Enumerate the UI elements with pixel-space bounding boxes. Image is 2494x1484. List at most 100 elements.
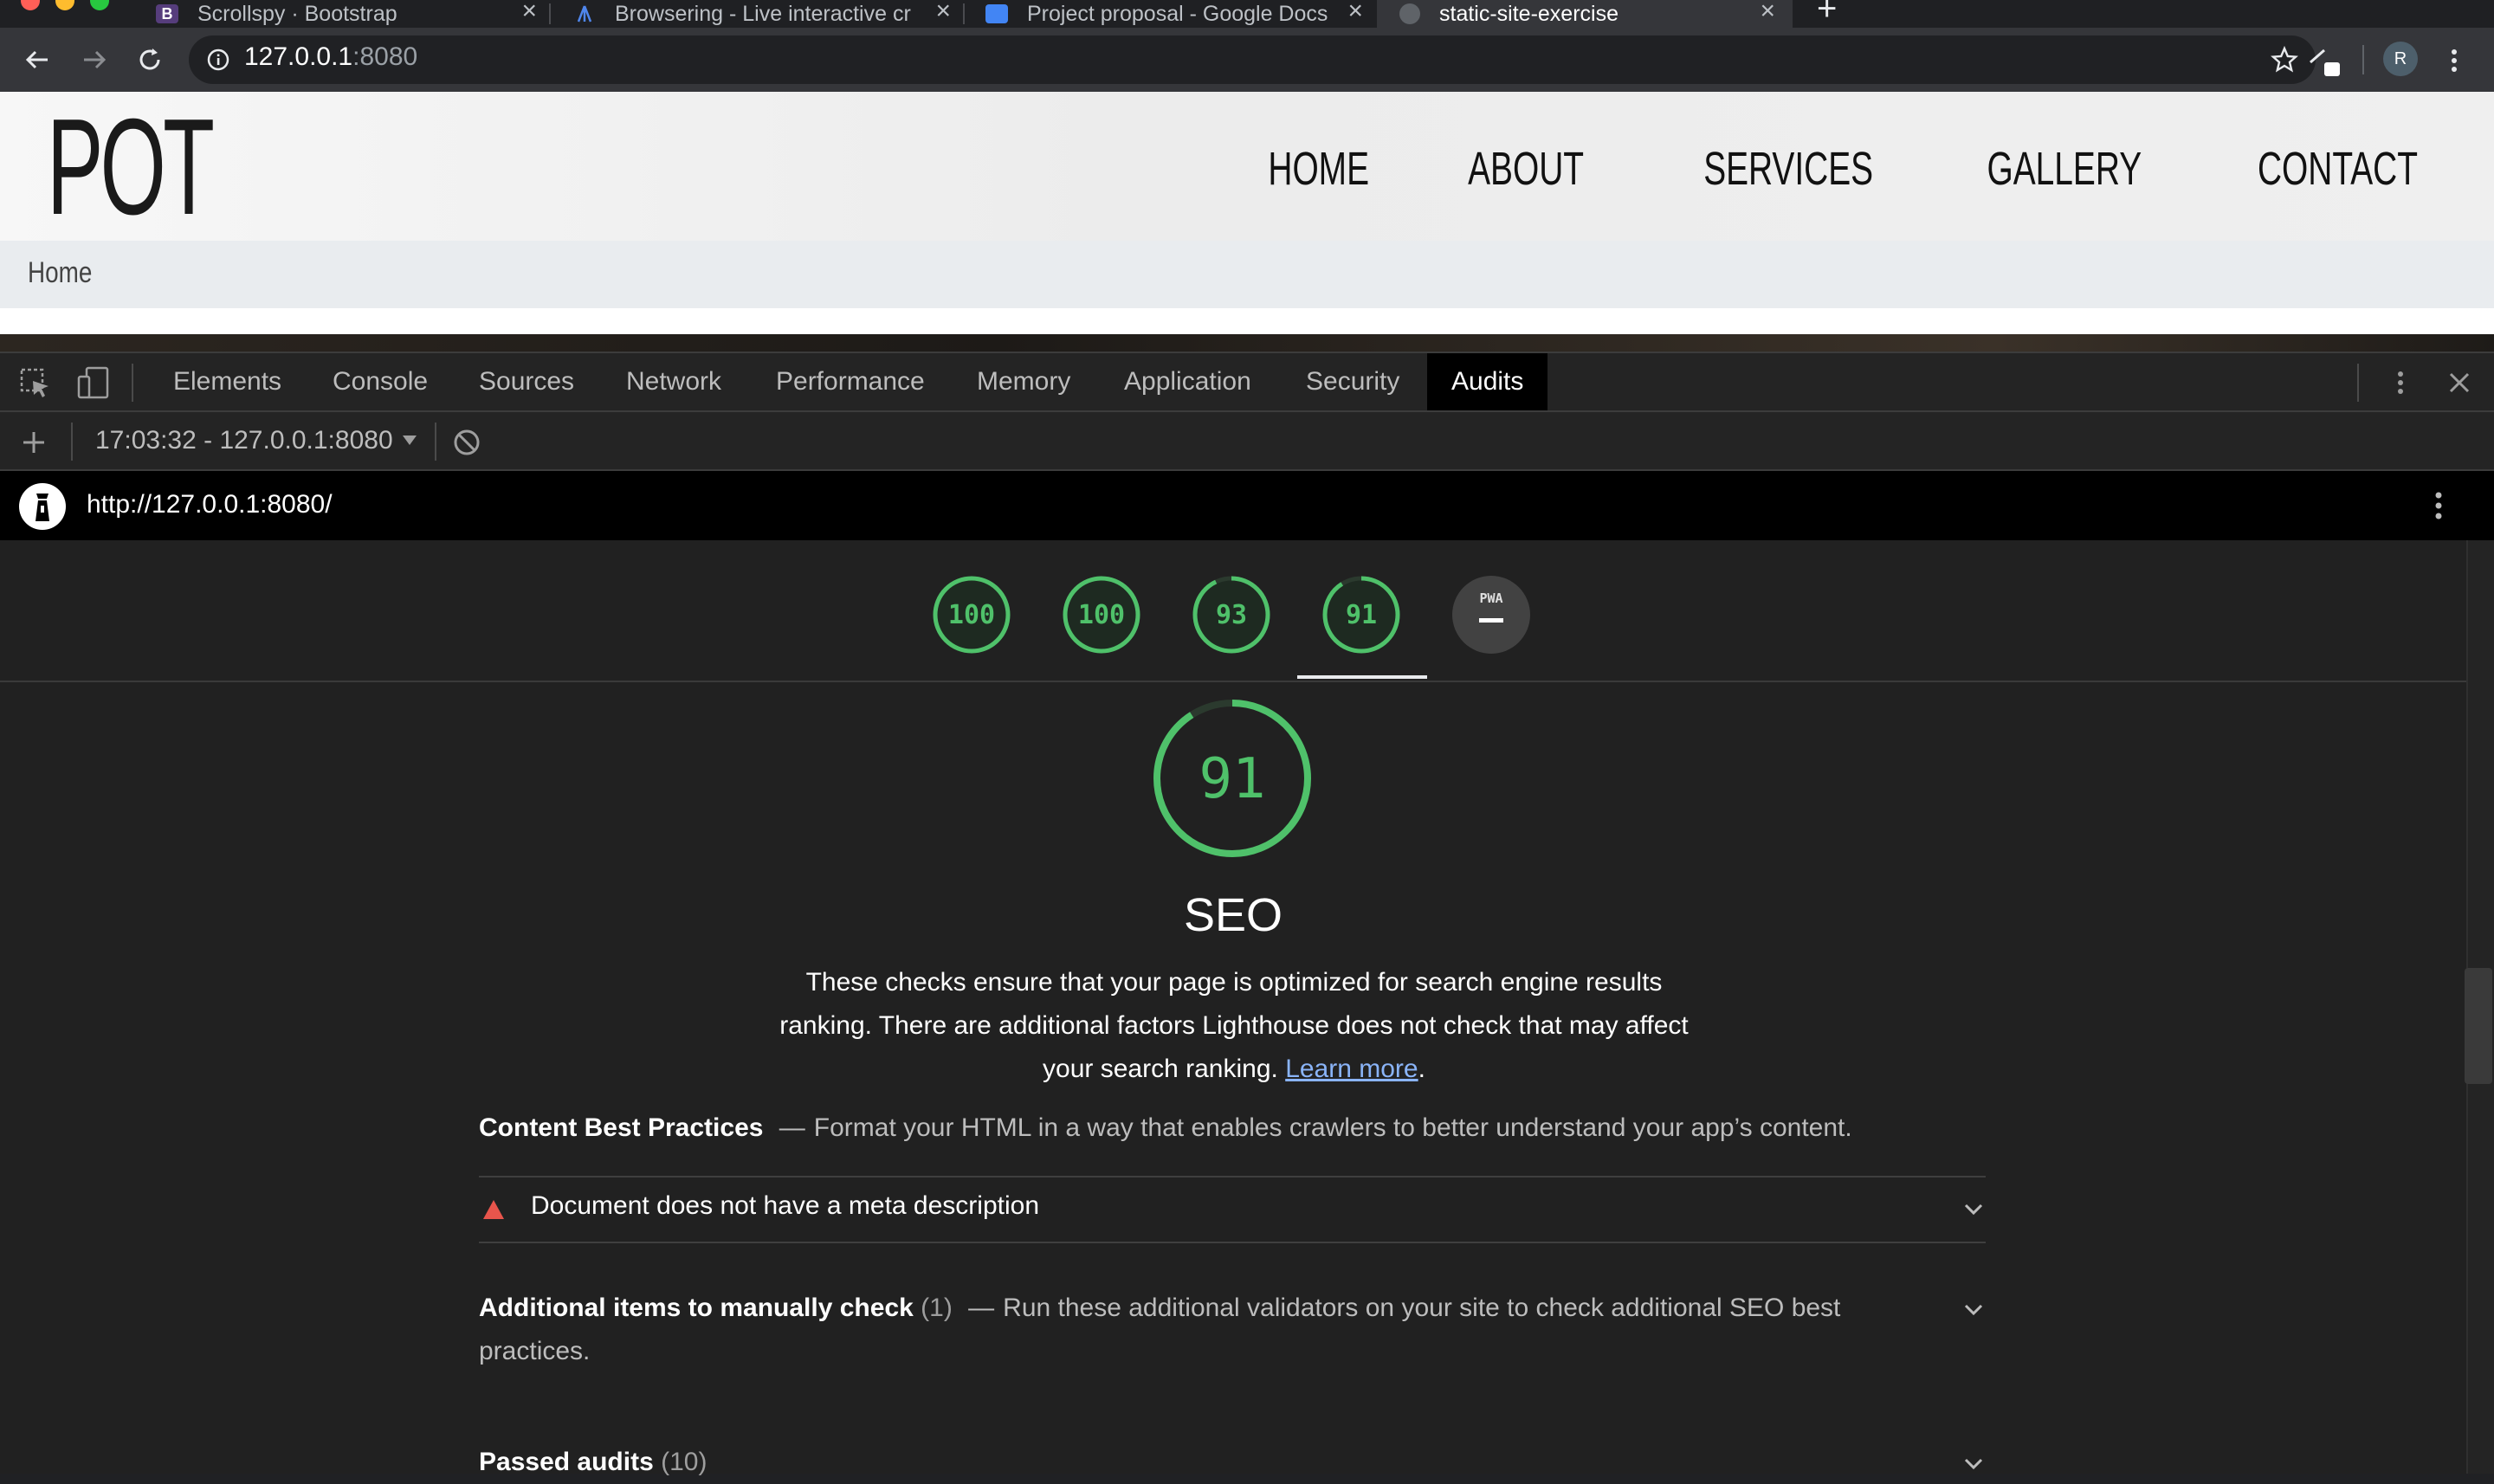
nav-link-home[interactable]: HOME bbox=[1268, 142, 1369, 196]
globe-favicon-icon bbox=[1399, 3, 1420, 24]
close-window-button[interactable] bbox=[21, 0, 40, 10]
site-nav: HOME ABOUT SERVICES GALLERY CONTACT bbox=[1175, 142, 2418, 196]
zoom-window-button[interactable] bbox=[90, 0, 109, 10]
profile-avatar[interactable]: R bbox=[2383, 42, 2418, 76]
plus-icon[interactable] bbox=[21, 429, 47, 455]
description-text: These checks ensure that your page is op… bbox=[779, 968, 1689, 1083]
nav-link-gallery[interactable]: GALLERY bbox=[1987, 142, 2142, 196]
close-devtools-icon[interactable] bbox=[2447, 371, 2471, 395]
browser-tab-2[interactable]: Browsering - Live interactive cr × bbox=[573, 0, 951, 28]
report-url: http://127.0.0.1:8080/ bbox=[87, 490, 333, 519]
info-icon[interactable] bbox=[206, 48, 230, 72]
report-scrollbar-thumb[interactable] bbox=[2465, 968, 2492, 1084]
kebab-menu-icon bbox=[2452, 49, 2457, 72]
google-docs-favicon-icon bbox=[985, 4, 1008, 23]
breadcrumb: Home bbox=[0, 241, 2494, 308]
close-tab-icon[interactable]: × bbox=[1347, 0, 1363, 26]
toolbar-separator bbox=[435, 423, 436, 461]
audit-divider bbox=[479, 1242, 1986, 1243]
seo-score-gauge-large: 91 bbox=[1153, 700, 1311, 857]
devtools-tab-application[interactable]: Application bbox=[1124, 353, 1251, 410]
browser-tab-1[interactable]: B Scrollspy · Bootstrap × bbox=[156, 0, 537, 28]
score-value: 100 bbox=[948, 600, 995, 630]
address-bar[interactable] bbox=[189, 35, 2316, 84]
score-gauge-performance[interactable]: 100 bbox=[932, 575, 1011, 655]
browser-tab-3[interactable]: Project proposal - Google Docs × bbox=[985, 0, 1363, 28]
score-gauge-best-practices[interactable]: 93 bbox=[1192, 575, 1271, 655]
hero-image-edge bbox=[0, 334, 2494, 352]
score-gauge-pwa[interactable]: PWA bbox=[1451, 575, 1531, 655]
report-menu-icon[interactable] bbox=[2428, 488, 2449, 523]
chevron-down-icon[interactable] bbox=[1961, 1197, 1987, 1223]
audit-meta-description[interactable]: Document does not have a meta descriptio… bbox=[531, 1191, 1039, 1221]
bootstrap-favicon-icon: B bbox=[156, 4, 178, 23]
clear-block-icon[interactable] bbox=[452, 428, 481, 457]
description-end: . bbox=[1418, 1055, 1425, 1083]
url-display[interactable]: 127.0.0.1:8080 bbox=[244, 42, 417, 72]
group-title: Content Best Practices bbox=[479, 1113, 764, 1142]
devtools-menu-icon[interactable] bbox=[2390, 367, 2411, 398]
breadcrumb-home[interactable]: Home bbox=[28, 256, 92, 290]
forward-button[interactable] bbox=[74, 40, 114, 80]
group-passed-audits[interactable]: Passed audits (10) bbox=[479, 1441, 1986, 1484]
devtools-tab-memory[interactable]: Memory bbox=[977, 353, 1070, 410]
score-value: 100 bbox=[1078, 600, 1125, 630]
score-value: 93 bbox=[1216, 600, 1247, 630]
dropdown-caret-icon[interactable] bbox=[402, 435, 417, 447]
learn-more-link[interactable]: Learn more bbox=[1285, 1055, 1418, 1083]
group-content-best-practices: Content Best Practices — Format your HTML… bbox=[479, 1107, 1986, 1150]
toolbar-separator bbox=[71, 423, 73, 461]
tab-separator bbox=[963, 3, 965, 24]
category-description: These checks ensure that your page is op… bbox=[779, 961, 1689, 1091]
site-logo[interactable]: POT bbox=[47, 99, 215, 236]
devtools-tab-audits[interactable]: Audits bbox=[1427, 353, 1548, 410]
group-manual-checks[interactable]: Additional items to manually check (1) —… bbox=[479, 1287, 1899, 1373]
new-tab-button[interactable]: + bbox=[1817, 0, 1837, 29]
tab-strip: B Scrollspy · Bootstrap × Browsering - L… bbox=[0, 0, 2494, 28]
score-gauge-accessibility[interactable]: 100 bbox=[1062, 575, 1141, 655]
toolbar-separator bbox=[2362, 45, 2364, 74]
pwa-dash-icon bbox=[1479, 618, 1503, 623]
browser-menu-button[interactable] bbox=[2444, 43, 2465, 78]
device-toolbar-icon[interactable] bbox=[76, 365, 111, 400]
back-button[interactable] bbox=[17, 40, 57, 80]
chevron-down-icon[interactable] bbox=[1961, 1297, 1987, 1323]
audits-toolbar: 17:03:32 - 127.0.0.1:8080 bbox=[0, 412, 2494, 471]
audit-divider bbox=[479, 1176, 1986, 1178]
browser-toolbar: 127.0.0.1:8080 R bbox=[0, 28, 2494, 92]
tab-title: Scrollspy · Bootstrap bbox=[197, 1, 397, 26]
nav-link-contact[interactable]: CONTACT bbox=[2258, 142, 2418, 196]
devtools-tab-console[interactable]: Console bbox=[333, 353, 428, 410]
devtools-tab-bar: Elements Console Sources Network Perform… bbox=[0, 352, 2494, 412]
devtools-tab-elements[interactable]: Elements bbox=[173, 353, 281, 410]
star-bookmark-icon[interactable] bbox=[2271, 46, 2298, 74]
group-dash: — bbox=[779, 1113, 805, 1142]
group-description: Format your HTML in a way that enables c… bbox=[813, 1113, 1852, 1142]
devtools-tab-performance[interactable]: Performance bbox=[776, 353, 925, 410]
browser-tab-4-active[interactable]: static-site-exercise × bbox=[1377, 0, 1793, 28]
selected-score-indicator bbox=[1297, 675, 1427, 679]
group-count: (10) bbox=[661, 1448, 707, 1476]
devtools-tab-sources[interactable]: Sources bbox=[479, 353, 574, 410]
extension-button[interactable] bbox=[2307, 43, 2342, 78]
arrow-right-icon bbox=[84, 50, 107, 69]
devtools-tab-network[interactable]: Network bbox=[626, 353, 721, 410]
close-tab-icon[interactable]: × bbox=[521, 0, 537, 26]
minimize-window-button[interactable] bbox=[55, 0, 74, 10]
nav-link-services[interactable]: SERVICES bbox=[1703, 142, 1873, 196]
close-tab-icon[interactable]: × bbox=[935, 0, 951, 26]
reload-icon bbox=[139, 48, 160, 70]
lighthouse-logo-icon bbox=[19, 483, 66, 530]
score-gauge-seo[interactable]: 91 bbox=[1321, 575, 1401, 655]
nav-link-about[interactable]: ABOUT bbox=[1468, 142, 1584, 196]
score-value: 91 bbox=[1346, 600, 1377, 630]
group-count: (1) bbox=[921, 1294, 953, 1322]
page-spacer bbox=[0, 308, 2494, 334]
inspect-element-icon[interactable] bbox=[19, 367, 52, 400]
url-port: :8080 bbox=[352, 42, 418, 71]
close-tab-icon[interactable]: × bbox=[1760, 0, 1775, 26]
devtools-tab-security[interactable]: Security bbox=[1306, 353, 1399, 410]
url-host: 127.0.0.1 bbox=[244, 42, 353, 71]
reload-button[interactable] bbox=[130, 40, 170, 80]
report-selector[interactable]: 17:03:32 - 127.0.0.1:8080 bbox=[95, 426, 393, 455]
